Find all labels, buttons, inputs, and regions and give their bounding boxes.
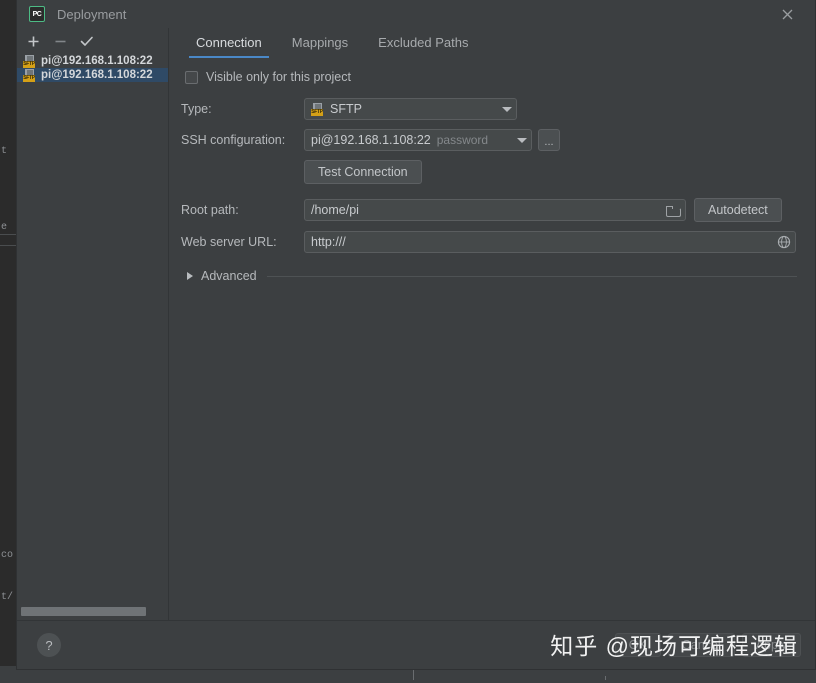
remove-server-button[interactable] [48, 30, 72, 52]
list-item-label: pi@192.168.1.108:22 [41, 69, 153, 81]
bg-divider [0, 245, 16, 246]
visible-only-checkbox[interactable] [185, 71, 198, 84]
advanced-section-toggle[interactable]: Advanced [181, 269, 801, 283]
type-select[interactable]: SFTP SFTP [304, 98, 517, 120]
test-connection-row: Test Connection [181, 160, 801, 184]
sftp-icon: SFTP [23, 55, 37, 68]
pycharm-logo-icon: PC [29, 6, 45, 22]
ssh-configuration-browse-button[interactable]: ... [538, 129, 560, 151]
ssh-configuration-auth-type: password [437, 133, 488, 147]
type-label: Type: [181, 102, 304, 116]
set-default-server-button[interactable] [75, 30, 99, 52]
tab-excluded-paths[interactable]: Excluded Paths [363, 28, 483, 58]
bg-code-fragment: co [1, 550, 13, 561]
apply-button[interactable]: Apply [742, 633, 801, 657]
dialog-action-buttons: OK Cancel Apply [615, 633, 801, 657]
settings-tabs: Connection Mappings Excluded Paths [169, 28, 815, 58]
help-button[interactable]: ? [37, 633, 61, 657]
type-row: Type: SFTP SFTP [181, 98, 801, 120]
sftp-icon: SFTP [311, 103, 325, 116]
server-list-horizontal-scrollbar[interactable] [21, 607, 166, 616]
visible-only-label: Visible only for this project [206, 70, 351, 84]
chevron-down-icon [517, 138, 527, 143]
root-path-field[interactable] [304, 199, 686, 221]
type-value: SFTP [330, 102, 362, 116]
scrollbar-thumb[interactable] [21, 607, 146, 616]
bg-code-fragment: e [1, 222, 7, 233]
dialog-title-bar: PC Deployment [17, 0, 815, 28]
pycharm-logo-text: PC [33, 11, 42, 18]
sftp-badge-label: SFTP [23, 62, 35, 67]
ssh-configuration-select[interactable]: pi@192.168.1.108:22 password [304, 129, 532, 151]
server-list-toolbar [17, 28, 168, 54]
cancel-button[interactable]: Cancel [668, 633, 735, 657]
deployment-dialog: PC Deployment [16, 0, 816, 670]
connection-form: Visible only for this project Type: SFTP… [169, 58, 815, 283]
root-path-label: Root path: [181, 203, 304, 217]
server-list[interactable]: SFTP pi@192.168.1.108:22 SFTP pi@192.168… [17, 54, 168, 620]
add-server-button[interactable] [21, 30, 45, 52]
dialog-body: SFTP pi@192.168.1.108:22 SFTP pi@192.168… [17, 28, 815, 620]
ssh-configuration-value: pi@192.168.1.108:22 [311, 133, 431, 147]
web-server-url-field[interactable] [304, 231, 796, 253]
globe-icon[interactable] [777, 235, 791, 249]
status-bar-tick [413, 670, 414, 680]
bg-divider [0, 234, 16, 235]
connection-panel: Connection Mappings Excluded Paths Visib… [169, 28, 815, 620]
folder-icon[interactable] [666, 204, 681, 217]
web-server-url-label: Web server URL: [181, 235, 304, 249]
root-path-row: Root path: Autodetect [181, 198, 801, 222]
ok-button[interactable]: OK [615, 633, 661, 657]
list-item[interactable]: SFTP pi@192.168.1.108:22 [17, 54, 168, 68]
server-list-panel: SFTP pi@192.168.1.108:22 SFTP pi@192.168… [17, 28, 169, 620]
list-item[interactable]: SFTP pi@192.168.1.108:22 [17, 68, 168, 82]
test-connection-button[interactable]: Test Connection [304, 160, 422, 184]
web-server-url-input[interactable] [311, 235, 777, 249]
ssh-configuration-label: SSH configuration: [181, 133, 304, 147]
status-bar-tick [605, 676, 606, 680]
autodetect-wrapper: Autodetect [694, 198, 782, 222]
chevron-down-icon [502, 107, 512, 112]
tab-mappings[interactable]: Mappings [277, 28, 363, 58]
dialog-title: Deployment [57, 7, 126, 22]
advanced-label: Advanced [201, 269, 257, 283]
autodetect-button[interactable]: Autodetect [694, 198, 782, 222]
web-server-url-row: Web server URL: [181, 231, 801, 253]
visible-only-row: Visible only for this project [181, 70, 801, 84]
ssh-configuration-row: SSH configuration: pi@192.168.1.108:22 p… [181, 129, 801, 151]
bg-code-fragment: t [1, 146, 7, 157]
sftp-badge-label: SFTP [311, 110, 323, 115]
bg-code-fragment: t/ [1, 592, 13, 603]
advanced-divider [267, 276, 797, 277]
dialog-footer: ? OK Cancel Apply [17, 620, 815, 669]
editor-left-strip [0, 0, 16, 683]
close-icon[interactable] [777, 4, 797, 24]
tab-connection[interactable]: Connection [181, 28, 277, 58]
sftp-icon: SFTP [23, 69, 37, 82]
root-path-input[interactable] [311, 203, 666, 217]
chevron-right-icon [187, 272, 193, 280]
sftp-badge-label: SFTP [23, 76, 35, 81]
list-item-label: pi@192.168.1.108:22 [41, 55, 153, 67]
